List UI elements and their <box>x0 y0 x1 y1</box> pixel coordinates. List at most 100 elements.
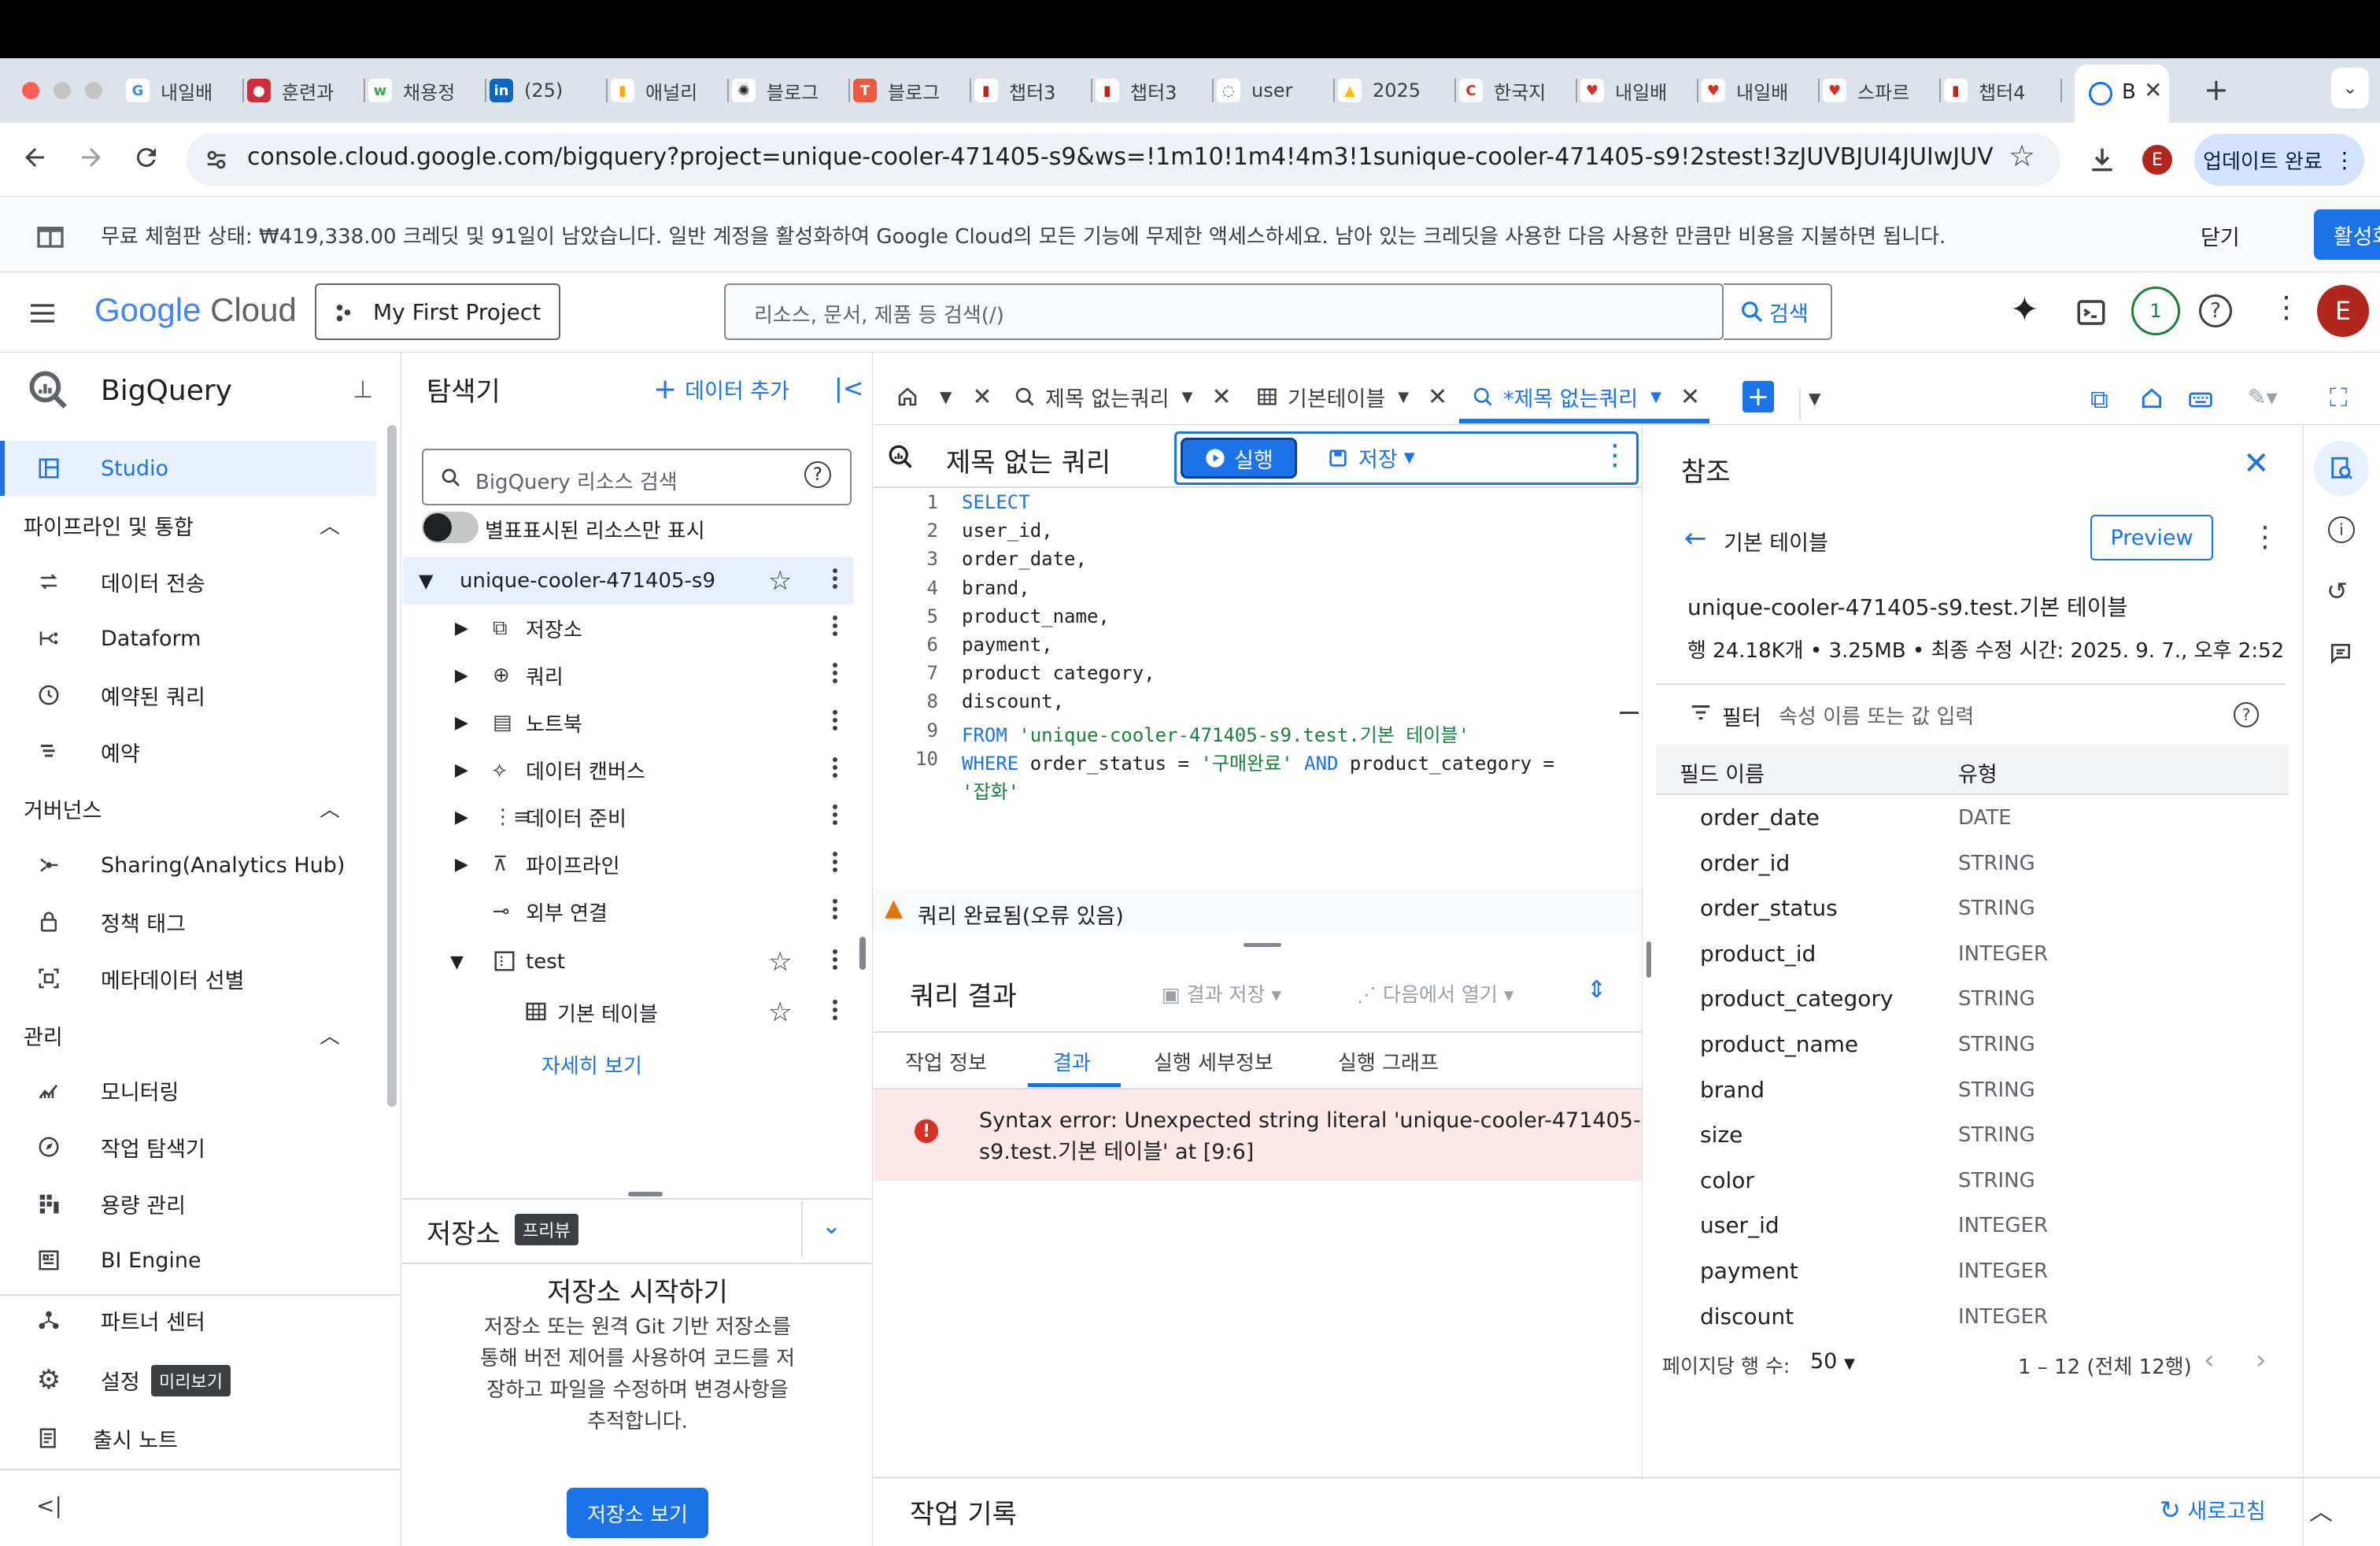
help-icon[interactable]: ? <box>2199 294 2232 327</box>
results-tab[interactable]: 결과 <box>1053 1047 1091 1076</box>
nav-item-pipelines-0[interactable]: 데이터 전송 <box>0 554 386 609</box>
next-page-icon[interactable]: › <box>2256 1344 2267 1376</box>
add-data-button[interactable]: + 데이터 추가 <box>653 373 789 405</box>
home-icon[interactable] <box>2139 386 2164 411</box>
close-tab-icon[interactable]: ✕ <box>1428 383 1447 411</box>
nav-item-settings[interactable]: ⚙ 설정 미리보기 <box>0 1352 386 1407</box>
more-actions-icon[interactable] <box>833 612 837 639</box>
editor-tab[interactable]: *제목 없는쿼리 ▼ ✕ <box>1472 368 1700 425</box>
table-tree-row[interactable]: 기본 테이블 ☆ <box>403 989 853 1036</box>
history-icon[interactable]: ↺ <box>2326 576 2348 606</box>
expand-arrow-icon[interactable]: ▶ <box>455 666 468 686</box>
collapse-section-icon[interactable]: ︿ <box>320 793 340 823</box>
nav-item-admin-2[interactable]: 용량 관리 <box>0 1176 386 1231</box>
results-tab[interactable]: 실행 그래프 <box>1338 1047 1439 1076</box>
browser-tab[interactable]: ▲ 2025 <box>1338 68 1456 113</box>
more-actions-icon[interactable] <box>833 565 837 592</box>
close-icon[interactable]: ✕ <box>2243 446 2270 482</box>
close-tab-icon[interactable]: ✕ <box>972 383 992 411</box>
results-tab[interactable]: 작업 정보 <box>905 1047 987 1076</box>
reload-icon[interactable] <box>132 143 161 172</box>
google-cloud-logo[interactable]: Google Cloud <box>94 291 297 329</box>
panel-resize-handle[interactable] <box>1244 943 1281 947</box>
browser-tab[interactable]: G 내일배 <box>126 68 244 113</box>
tab-dropdown-icon[interactable]: ▼ <box>1650 389 1661 405</box>
help-icon[interactable]: ? <box>2234 702 2259 727</box>
browser-tab[interactable]: C 한국지 <box>1459 68 1577 113</box>
more-actions-icon[interactable] <box>833 849 837 875</box>
more-actions-icon[interactable] <box>833 896 837 923</box>
notification-count-badge[interactable]: 1 <box>2131 287 2180 335</box>
explorer-item[interactable]: ▶ ⊼ 파이프라인 <box>403 841 853 888</box>
hamburger-menu-icon[interactable] <box>27 298 58 329</box>
panel-resize-handle[interactable] <box>628 1192 663 1196</box>
expand-arrow-icon[interactable]: ▶ <box>455 855 468 875</box>
expand-arrow-icon[interactable]: ▶ <box>455 619 468 638</box>
nav-item-pipelines-1[interactable]: Dataform <box>0 611 386 666</box>
site-settings-icon[interactable] <box>203 146 230 173</box>
collapse-section-icon[interactable]: ︿ <box>320 510 340 539</box>
browser-tab[interactable]: w 채용정 <box>368 68 486 113</box>
browser-tab[interactable]: ♥ 내일배 <box>1702 68 1820 113</box>
browser-tab[interactable]: ▮ 챕터4 <box>1944 68 2062 113</box>
nav-section-admin[interactable]: 관리 <box>24 1020 63 1051</box>
new-query-plus-icon[interactable]: + <box>1743 381 1774 412</box>
comment-icon[interactable] <box>2328 641 2353 666</box>
nav-section-governance[interactable]: 거버넌스 <box>24 793 102 824</box>
collapse-section-icon[interactable]: ︿ <box>320 1020 340 1049</box>
rows-per-page-select[interactable]: 50 ▼ <box>1810 1349 1855 1374</box>
console-search-button[interactable]: 검색 <box>1724 283 1832 340</box>
collapse-arrow-icon[interactable]: ▼ <box>419 570 433 592</box>
star-icon[interactable]: ☆ <box>768 565 792 597</box>
more-options-icon[interactable]: ⋮ <box>2251 521 2279 553</box>
expand-arrow-icon[interactable]: ▶ <box>455 713 468 733</box>
minimize-window-button[interactable] <box>54 82 71 99</box>
star-icon[interactable]: ☆ <box>768 997 792 1028</box>
close-tab-icon[interactable]: ✕ <box>2144 77 2162 103</box>
results-tab[interactable]: 실행 세부정보 <box>1154 1047 1273 1076</box>
editor-tab[interactable]: 기본테이블 ▼ ✕ <box>1256 368 1447 425</box>
tab-dropdown-icon[interactable]: ▼ <box>1182 389 1193 405</box>
info-icon[interactable]: i <box>2328 516 2355 543</box>
keyboard-icon[interactable] <box>2188 387 2213 412</box>
nav-item-governance-2[interactable]: 메타데이터 선별 <box>0 951 386 1006</box>
more-actions-icon[interactable] <box>833 754 837 781</box>
explorer-scrollbar[interactable] <box>859 937 866 970</box>
editor-tab[interactable]: 제목 없는쿼리 ▼ ✕ <box>1014 368 1232 425</box>
nav-item-admin-1[interactable]: 작업 탐색기 <box>0 1119 386 1174</box>
gemini-sparkle-icon[interactable]: ✦ <box>2010 290 2039 330</box>
save-results-button[interactable]: ▣ 결과 저장 ▾ <box>1162 979 1281 1008</box>
account-avatar[interactable]: E <box>2317 285 2369 337</box>
dataset-tree-row[interactable]: ▼ test ☆ <box>403 938 853 986</box>
starred-only-toggle[interactable] <box>422 512 479 543</box>
browser-tab[interactable]: T 블로그 <box>853 68 971 113</box>
view-repo-button[interactable]: 저장소 보기 <box>567 1488 708 1538</box>
star-icon[interactable]: ☆ <box>768 946 792 978</box>
run-button[interactable]: 실행 <box>1181 438 1297 479</box>
collapse-nav-icon[interactable]: <| <box>36 1492 62 1518</box>
more-actions-icon[interactable] <box>833 997 837 1023</box>
project-picker[interactable]: My First Project <box>315 283 560 340</box>
bookmark-star-icon[interactable]: ☆ <box>2009 139 2035 173</box>
browser-tab[interactable]: ▮ 애널리 <box>611 68 729 113</box>
collapse-explorer-icon[interactable]: |< <box>834 373 864 403</box>
browser-tab[interactable]: ✺ 블로그 <box>732 68 850 113</box>
view-more-link[interactable]: 자세히 보기 <box>541 1050 642 1079</box>
prev-page-icon[interactable]: ‹ <box>2204 1344 2215 1376</box>
nav-item-release-notes[interactable]: 출시 노트 <box>0 1411 386 1466</box>
explorer-item[interactable]: ▶ ⋮≡ 데이터 준비 <box>403 793 853 841</box>
dismiss-button[interactable]: 닫기 <box>2201 220 2240 251</box>
refresh-button[interactable]: ↻ 새로고침 <box>2160 1494 2266 1525</box>
profile-avatar[interactable]: E <box>2142 145 2172 175</box>
browser-tab[interactable]: ▮ 챕터3 <box>1096 68 1214 113</box>
more-actions-icon[interactable] <box>833 946 837 973</box>
explorer-item[interactable]: ⊸ 외부 연결 <box>403 888 853 935</box>
explorer-item[interactable]: ▶ ⧉ 저장소 <box>403 605 853 652</box>
nav-item-partner-center[interactable]: 파트너 센터 <box>0 1293 386 1348</box>
nav-item-pipelines-3[interactable]: 예약 <box>0 724 386 779</box>
update-complete-button[interactable]: 업데이트 완료 ⋮ <box>2194 134 2364 186</box>
collapse-arrow-icon[interactable]: ▼ <box>450 952 464 972</box>
fullscreen-icon[interactable]: ⛶ <box>2330 383 2347 413</box>
save-button[interactable]: 저장 ▼ <box>1327 442 1415 473</box>
help-icon[interactable]: ? <box>804 461 831 488</box>
